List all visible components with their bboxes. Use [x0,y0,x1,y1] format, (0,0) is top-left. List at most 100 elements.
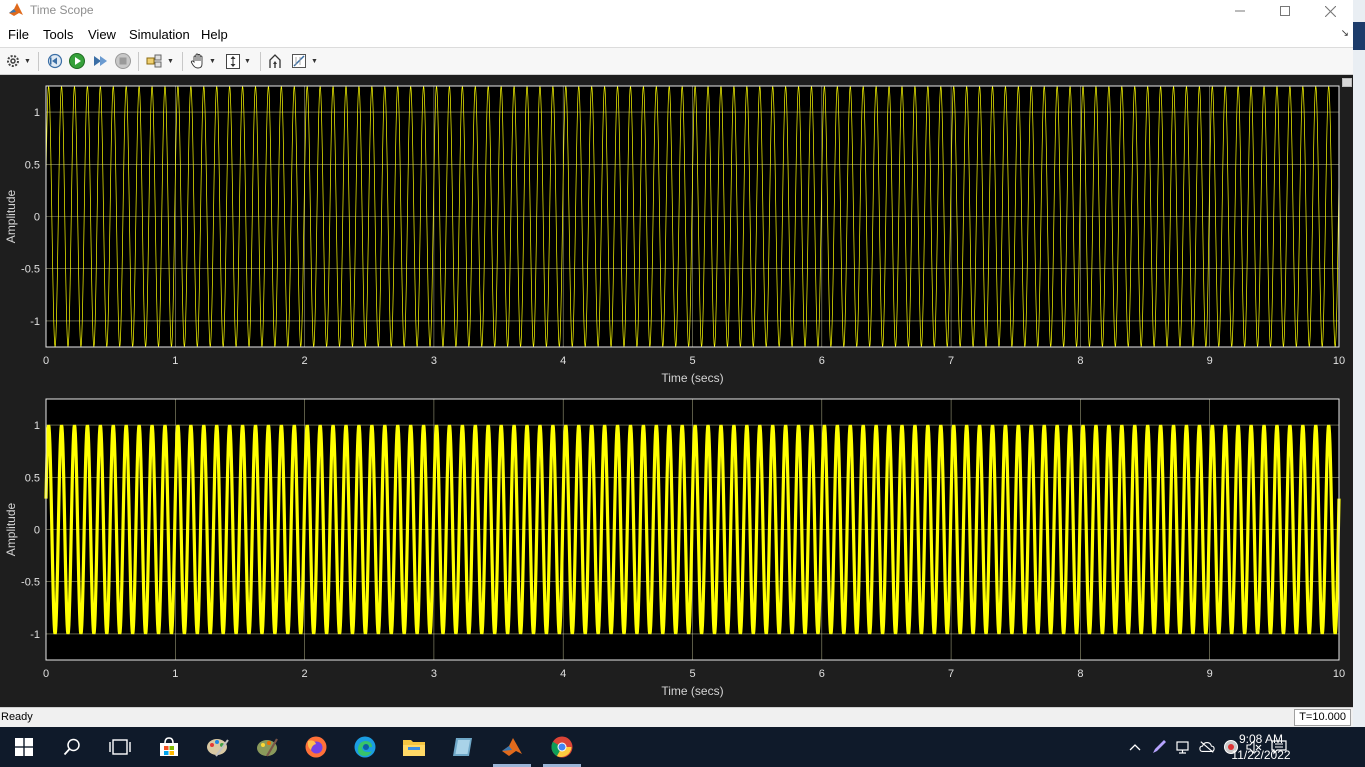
pen-icon [1153,740,1166,753]
x-axis-label: Time (secs) [661,684,723,698]
x-tick-label: 0 [43,668,49,680]
y-tick-label: -0.5 [21,577,40,589]
x-tick-label: 9 [1207,355,1213,367]
chevron-up-icon [1129,744,1141,751]
close-icon [1324,5,1336,17]
background-window [1353,0,1365,727]
zoom-axes-icon [226,53,240,69]
simulation-time-readout: T=10.000 [1294,709,1351,726]
menu-file[interactable]: File [8,28,29,42]
chevron-down-icon: ▼ [24,57,31,65]
windows-logo-icon [15,738,33,756]
y-tick-label: -1 [30,629,40,641]
search-button[interactable] [58,733,86,761]
paint-3d-icon [257,738,278,757]
x-tick-label: 10 [1333,668,1345,680]
measurements-button[interactable]: ▼ [291,52,318,70]
y-tick-labels: -1 -0.5 0 0.5 1 [21,107,40,328]
x-tick-label: 0 [43,355,49,367]
edge-app[interactable] [351,733,379,761]
notes-app[interactable] [449,733,477,761]
network-tray-button[interactable] [1175,739,1191,755]
x-tick-label: 6 [819,355,825,367]
settings-button[interactable]: ▼ [5,52,31,70]
cloud-icon [1199,741,1215,753]
x-tick-label: 2 [302,355,308,367]
step-forward-button[interactable] [91,52,109,70]
menu-simulation[interactable]: Simulation [129,28,190,42]
menu-tools[interactable]: Tools [43,28,73,42]
y-tick-label: 0 [34,525,40,537]
menu-help[interactable]: Help [201,28,228,42]
close-button[interactable] [1307,0,1353,22]
store-icon [160,737,178,756]
x-tick-label: 7 [948,668,954,680]
menu-bar: File Tools View Simulation Help ↘ [0,22,1353,48]
y-axis-label: Amplitude [4,190,18,244]
y-tick-label: 0 [34,212,40,224]
edge-icon [354,736,376,758]
chevron-down-icon: ▼ [244,57,251,65]
autoscale-button[interactable] [267,52,283,70]
show-hidden-icons-button[interactable] [1127,739,1143,755]
maximize-icon [1280,6,1290,16]
scope-plots: 0 1 2 3 4 5 6 7 8 9 10 -1-0.500.51 Time (secs) Amp… [4,85,1345,698]
run-button[interactable] [68,52,86,70]
paint-3d-app[interactable] [253,733,281,761]
title-bar: Time Scope [0,0,1353,22]
store-app[interactable] [155,733,183,761]
onedrive-tray-button[interactable] [1199,739,1215,755]
x-tick-label: 8 [1077,355,1083,367]
clock-date: 11/22/2022 [1231,748,1291,762]
chevron-down-icon: ▼ [167,57,174,65]
step-back-button[interactable] [46,52,64,70]
zoom-axes-button[interactable]: ▼ [225,52,251,70]
maximize-button[interactable] [1262,0,1308,22]
paint-app[interactable] [204,733,232,761]
config-button[interactable]: ▼ [146,52,174,70]
y-axis-label: Amplitude [4,503,18,557]
pen-tray-button[interactable] [1151,739,1167,755]
menu-view[interactable]: View [88,28,116,42]
x-tick-label: 10 [1333,355,1345,367]
y-tick-labels: -1 -0.5 0 0.5 1 [21,420,40,641]
chrome-icon [551,736,573,758]
status-bar: Ready T=10.000 [0,707,1353,727]
step-forward-icon [94,56,107,66]
x-tick-label: 5 [689,668,695,680]
task-view-button[interactable] [106,733,134,761]
stop-button[interactable] [114,52,132,70]
minimize-button[interactable] [1217,0,1263,22]
notes-icon [453,738,472,756]
chrome-app[interactable] [548,733,576,761]
file-explorer-app[interactable] [400,733,428,761]
x-tick-label: 4 [560,668,566,680]
top-axes[interactable]: 0 1 2 3 4 5 6 7 8 9 10 -1 -0.5 0 0.5 1 Time (secs) Amp… [4,85,1345,385]
undock-icon[interactable]: ↘ [1341,28,1349,39]
y-tick-label: 1 [34,107,40,119]
step-back-icon [47,53,63,69]
network-icon [1176,741,1189,754]
matlab-app[interactable] [498,733,526,761]
window-title: Time Scope [30,3,94,17]
stop-icon [115,53,131,69]
x-tick-label: 7 [948,355,954,367]
bottom-axes[interactable]: 0 1 2 3 4 5 6 7 8 9 10 -1 -0.5 0 0.5 1 Time (secs) Amp… [4,398,1345,698]
task-view-icon [109,739,131,755]
search-icon [63,738,80,756]
firefox-icon [305,736,327,758]
palette-icon [207,739,229,757]
x-tick-labels: 0 1 2 3 4 5 6 7 8 9 10 [43,355,1345,367]
x-tick-label: 5 [689,355,695,367]
y-tick-label: -1 [30,316,40,328]
autoscale-icon [269,53,281,68]
x-tick-label: 3 [431,355,437,367]
pan-button[interactable]: ▼ [190,52,216,70]
firefox-app[interactable] [302,733,330,761]
start-button[interactable] [10,733,38,761]
x-tick-label: 2 [302,668,308,680]
minimize-icon [1235,10,1245,12]
taskbar-clock[interactable]: 9:08 AM 11/22/2022 [1229,731,1293,763]
x-tick-label: 1 [172,355,178,367]
taskbar: 9:08 AM 11/22/2022 [0,727,1365,767]
